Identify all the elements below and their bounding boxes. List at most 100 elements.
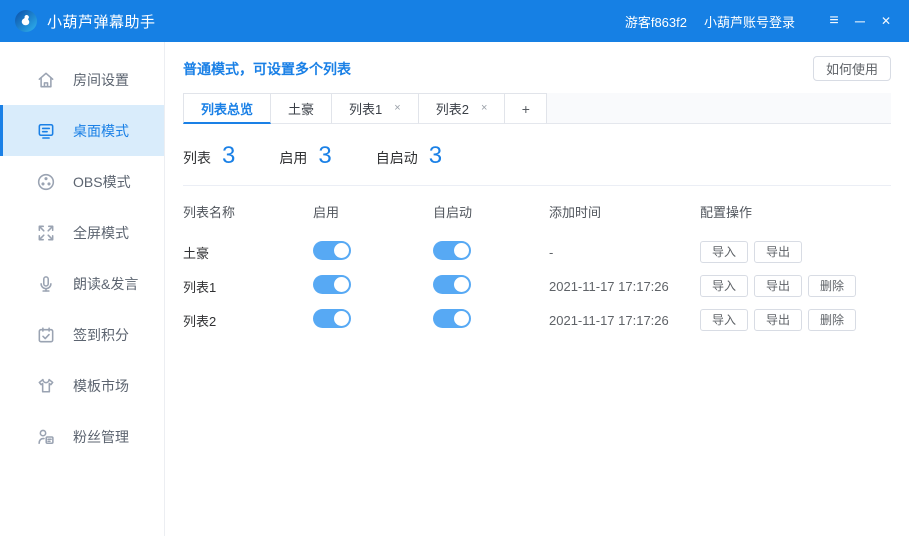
column-header: 启用	[313, 202, 433, 221]
stat-value: 3	[429, 142, 442, 170]
export-button[interactable]: 导出	[754, 241, 802, 263]
added-time: 2021-11-17 17:17:26	[549, 313, 700, 328]
sidebar-item-label: 粉丝管理	[73, 427, 129, 447]
tab-list-overview[interactable]: 列表总览	[183, 93, 271, 124]
sidebar-item-label: 全屏模式	[73, 223, 129, 243]
sidebar-item-label: 模板市场	[73, 376, 129, 396]
column-header: 配置操作	[700, 202, 891, 221]
tab-label: 列表1	[349, 99, 382, 118]
tab-label: 列表总览	[201, 99, 253, 118]
autostart-cell	[433, 309, 549, 331]
enable-toggle[interactable]	[313, 241, 351, 260]
titlebar-right: 游客f863f2 小葫芦账号登录 ≡ ─ ✕	[625, 12, 895, 31]
export-button[interactable]: 导出	[754, 275, 802, 297]
stat: 启用3	[279, 142, 331, 170]
sidebar-item-checkin-points[interactable]: 签到积分	[0, 309, 164, 360]
microphone-icon	[36, 274, 56, 294]
delete-button[interactable]: 删除	[808, 309, 856, 331]
table-row: 列表2 2021-11-17 17:17:26导入导出删除	[183, 303, 891, 337]
sidebar-item-desktop-mode[interactable]: 桌面模式	[0, 105, 164, 156]
stats-row: 列表3启用3自启动3	[183, 142, 891, 170]
table-header-row: 列表名称启用自启动添加时间配置操作	[183, 186, 891, 235]
tab-list2[interactable]: 列表2 ×	[419, 93, 506, 124]
close-tab-icon[interactable]: ×	[394, 103, 400, 114]
sidebar-item-template-market[interactable]: 模板市场	[0, 360, 164, 411]
guest-username: 游客f863f2	[625, 12, 687, 31]
calendar-check-icon	[36, 325, 56, 345]
column-header: 自启动	[433, 202, 549, 221]
close-tab-icon[interactable]: ×	[481, 103, 487, 114]
sidebar-item-obs-mode[interactable]: OBS模式	[0, 156, 164, 207]
column-header: 添加时间	[549, 202, 700, 221]
desktop-icon	[36, 121, 56, 141]
main-content: 普通模式，可设置多个列表 如何使用 列表总览土豪列表1×列表2×+ 列表3启用3…	[165, 42, 909, 536]
import-button[interactable]: 导入	[700, 275, 748, 297]
stat-label: 列表	[183, 148, 211, 168]
sidebar-item-fullscreen-mode[interactable]: 全屏模式	[0, 207, 164, 258]
list-name: 列表2	[183, 311, 313, 330]
tab-list1[interactable]: 列表1 ×	[332, 93, 419, 124]
enable-toggle[interactable]	[313, 309, 351, 328]
stat-value: 3	[318, 142, 331, 170]
sidebar-item-label: OBS模式	[73, 172, 131, 192]
enable-cell	[313, 275, 433, 297]
sidebar-item-room-settings[interactable]: 房间设置	[0, 54, 164, 105]
toggle-knob	[454, 311, 469, 326]
sidebar: 房间设置桌面模式 OBS模式全屏模式朗读&发言签到积分模板市场粉丝管理	[0, 42, 165, 536]
app-window: 小葫芦弹幕助手 游客f863f2 小葫芦账号登录 ≡ ─ ✕ 房间设置桌面模式 O…	[0, 0, 909, 536]
tab-tuhao[interactable]: 土豪	[271, 93, 332, 124]
list-name: 土豪	[183, 243, 313, 262]
table-row: 列表1 2021-11-17 17:17:26导入导出删除	[183, 269, 891, 303]
sidebar-item-label: 朗读&发言	[73, 274, 138, 294]
table-body: 土豪-导入导出列表12021-11-17 17:17:26导入导出删除列表220…	[183, 235, 891, 337]
fullscreen-icon	[36, 223, 56, 243]
table-row: 土豪-导入导出	[183, 235, 891, 269]
list-name: 列表1	[183, 277, 313, 296]
column-header: 列表名称	[183, 202, 313, 221]
tab-label: 列表2	[436, 99, 469, 118]
app-title: 小葫芦弹幕助手	[47, 11, 156, 32]
sidebar-item-label: 房间设置	[73, 70, 129, 90]
delete-button[interactable]: 删除	[808, 275, 856, 297]
sidebar-item-label: 签到积分	[73, 325, 129, 345]
import-button[interactable]: 导入	[700, 241, 748, 263]
minimize-icon[interactable]: ─	[851, 14, 869, 28]
tab-label: 土豪	[288, 99, 314, 118]
page-title: 普通模式，可设置多个列表	[183, 59, 351, 79]
sidebar-item-fans-management[interactable]: 粉丝管理	[0, 411, 164, 462]
stat: 自启动 3	[376, 142, 442, 170]
enable-cell	[313, 309, 433, 331]
enable-toggle[interactable]	[313, 275, 351, 294]
tshirt-icon	[36, 376, 56, 396]
import-button[interactable]: 导入	[700, 309, 748, 331]
row-actions: 导入导出删除	[700, 309, 891, 331]
content-header: 普通模式，可设置多个列表 如何使用	[183, 56, 891, 81]
export-button[interactable]: 导出	[754, 309, 802, 331]
close-icon[interactable]: ✕	[877, 15, 895, 27]
titlebar: 小葫芦弹幕助手 游客f863f2 小葫芦账号登录 ≡ ─ ✕	[0, 0, 909, 42]
row-actions: 导入导出	[700, 241, 891, 263]
obs-icon	[36, 172, 56, 192]
autostart-cell	[433, 241, 549, 263]
home-icon	[36, 70, 56, 90]
added-time: 2021-11-17 17:17:26	[549, 279, 700, 294]
toggle-knob	[454, 277, 469, 292]
toggle-knob	[334, 243, 349, 258]
row-actions: 导入导出删除	[700, 275, 891, 297]
fans-icon	[36, 427, 56, 447]
app-logo-icon	[14, 9, 38, 33]
autostart-toggle[interactable]	[433, 309, 471, 328]
sidebar-item-read-speak[interactable]: 朗读&发言	[0, 258, 164, 309]
how-to-use-button[interactable]: 如何使用	[813, 56, 891, 81]
add-tab-button[interactable]: +	[505, 93, 547, 124]
toggle-knob	[334, 311, 349, 326]
autostart-toggle[interactable]	[433, 241, 471, 260]
account-login-link[interactable]: 小葫芦账号登录	[704, 12, 795, 31]
stat-label: 自启动	[376, 148, 418, 168]
window-body: 房间设置桌面模式 OBS模式全屏模式朗读&发言签到积分模板市场粉丝管理 普通模式，…	[0, 42, 909, 536]
menu-icon[interactable]: ≡	[825, 13, 843, 29]
sidebar-item-label: 桌面模式	[73, 121, 129, 141]
autostart-toggle[interactable]	[433, 275, 471, 294]
stat-value: 3	[222, 142, 235, 170]
toggle-knob	[334, 277, 349, 292]
